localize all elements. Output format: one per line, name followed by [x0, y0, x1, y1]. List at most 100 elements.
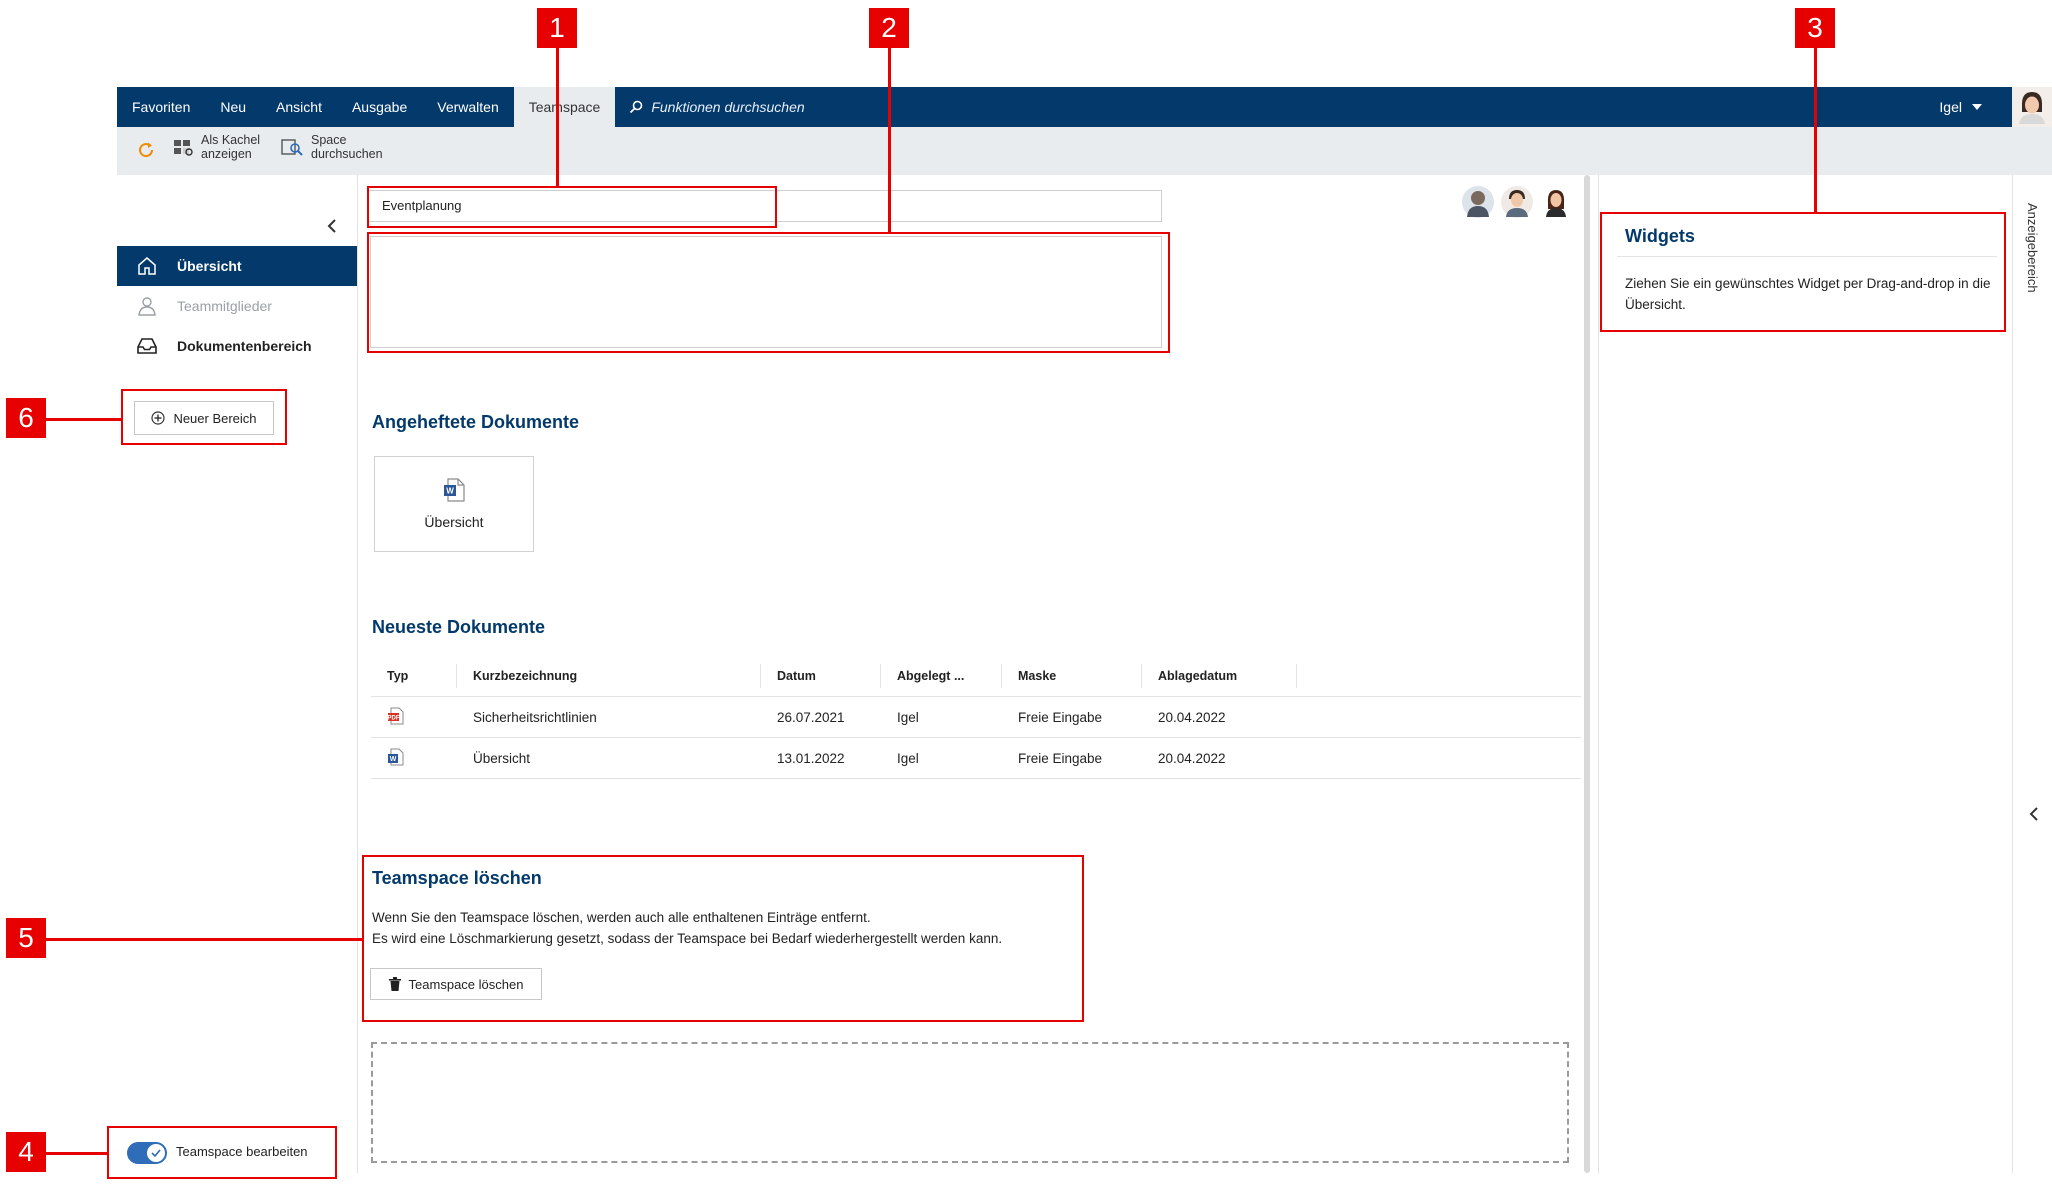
date-cell: 13.01.2022	[761, 737, 881, 779]
menu-neu[interactable]: Neu	[205, 87, 261, 127]
filed-date-cell: 20.04.2022	[1142, 737, 1297, 779]
empty-cell	[1297, 737, 1581, 779]
function-search[interactable]: Funktionen durchsuchen	[629, 99, 805, 115]
chevron-left-icon	[327, 219, 336, 233]
filed-by-cell: Igel	[881, 696, 1002, 738]
annotation-number-1: 1	[537, 8, 577, 48]
menu-ausgabe[interactable]: Ausgabe	[337, 87, 422, 127]
svg-text:W: W	[446, 487, 454, 496]
pdf-document-icon: PDF	[388, 707, 404, 724]
tile-view-button[interactable]: Als Kachel anzeigen	[173, 133, 260, 161]
member-avatar[interactable]	[1462, 186, 1494, 218]
sidebar-item-uebersicht[interactable]: Übersicht	[117, 246, 357, 286]
display-area-label: Anzeigebereich	[2025, 203, 2040, 293]
column-header-typ[interactable]: Typ	[371, 656, 457, 697]
annotation-number-2: 2	[869, 8, 909, 48]
team-members	[1462, 186, 1572, 218]
home-icon	[117, 256, 177, 276]
table-header-row: Typ Kurzbezeichnung Datum Abgelegt ... M…	[371, 656, 1581, 697]
menu-teamspace[interactable]: Teamspace	[513, 87, 616, 127]
annotation-box-1	[367, 186, 777, 228]
user-avatar[interactable]	[2012, 87, 2052, 127]
annotation-box-3	[1600, 212, 2006, 332]
ribbon-toolbar: Als Kachel anzeigen Space durchsuchen	[117, 127, 2052, 175]
menu-verwalten[interactable]: Verwalten	[422, 87, 513, 127]
word-document-icon: W	[388, 748, 404, 765]
menu-bar: Favoriten Neu Ansicht Ausgabe Verwalten …	[117, 87, 2052, 127]
user-menu[interactable]: Igel	[1939, 87, 1982, 127]
caret-down-icon	[1972, 104, 1982, 110]
annotation-line-3	[1814, 48, 1817, 212]
sidebar-item-teammitglieder[interactable]: Teammitglieder	[117, 286, 357, 326]
refresh-icon	[139, 142, 154, 158]
user-icon	[117, 296, 177, 316]
sidebar-divider	[357, 175, 358, 1173]
column-header-abgelegt[interactable]: Abgelegt ...	[881, 656, 1002, 697]
tile-view-icon	[173, 138, 193, 156]
member-avatar[interactable]	[1540, 186, 1572, 218]
annotation-box-5	[362, 855, 1084, 1022]
sidebar-item-label: Übersicht	[177, 258, 242, 274]
recent-documents-title: Neueste Dokumente	[372, 617, 546, 637]
svg-text:PDF: PDF	[388, 715, 400, 721]
refresh-button[interactable]	[137, 141, 155, 159]
menu-ansicht[interactable]: Ansicht	[261, 87, 337, 127]
mask-cell: Freie Eingabe	[1002, 696, 1142, 738]
annotation-line-1	[556, 48, 559, 186]
column-header-ablagedatum[interactable]: Ablagedatum	[1142, 656, 1297, 697]
widget-drop-zone[interactable]	[371, 1042, 1569, 1163]
date-cell: 26.07.2021	[761, 696, 881, 738]
pinned-document-tile[interactable]: W Übersicht	[374, 456, 534, 552]
name-cell: Übersicht	[457, 737, 761, 779]
annotation-line-6	[46, 418, 121, 421]
annotation-line-4	[46, 1152, 107, 1155]
table-row[interactable]: PDF Sicherheitsrichtlinien 26.07.2021 Ig…	[371, 696, 1581, 738]
annotation-box-6	[121, 389, 287, 445]
inbox-icon	[117, 337, 177, 355]
member-avatar[interactable]	[1501, 186, 1533, 218]
annotation-number-3: 3	[1795, 8, 1835, 48]
annotation-number-4: 4	[6, 1132, 46, 1172]
annotation-line-2	[888, 48, 891, 232]
type-cell: W	[371, 737, 457, 779]
empty-cell	[1297, 696, 1581, 738]
sidebar-item-dokumentenbereich[interactable]: Dokumentenbereich	[117, 326, 357, 366]
sidebar-nav: Übersicht Teammitglieder Dokumentenberei…	[117, 246, 357, 366]
avatar-icon	[1506, 190, 1528, 217]
filed-by-cell: Igel	[881, 737, 1002, 779]
display-area-tab[interactable]: Anzeigebereich	[2012, 175, 2052, 1173]
search-space-icon	[281, 137, 303, 157]
panel-divider	[1598, 175, 1599, 1173]
annotation-box-4	[107, 1126, 337, 1179]
avatar-icon	[2019, 92, 2045, 124]
word-document-icon: W	[444, 478, 465, 502]
column-header-maske[interactable]: Maske	[1002, 656, 1142, 697]
annotation-number-5: 5	[6, 918, 46, 958]
column-header-kurzbezeichnung[interactable]: Kurzbezeichnung	[457, 656, 761, 697]
column-header-empty	[1297, 656, 1581, 697]
table-row[interactable]: W Übersicht 13.01.2022 Igel Freie Eingab…	[371, 737, 1581, 779]
column-header-datum[interactable]: Datum	[761, 656, 881, 697]
pinned-documents-title: Angeheftete Dokumente	[372, 412, 580, 432]
sidebar-item-label: Dokumentenbereich	[177, 338, 312, 354]
name-cell: Sicherheitsrichtlinien	[457, 696, 761, 738]
type-cell: PDF	[371, 696, 457, 738]
mask-cell: Freie Eingabe	[1002, 737, 1142, 779]
collapse-sidebar-button[interactable]	[320, 214, 344, 238]
chevron-left-icon[interactable]	[2029, 807, 2039, 821]
annotation-number-6: 6	[6, 398, 46, 438]
annotation-line-5	[46, 938, 362, 941]
sidebar-item-label: Teammitglieder	[177, 298, 272, 314]
search-icon	[630, 100, 643, 114]
search-space-button[interactable]: Space durchsuchen	[281, 133, 383, 161]
user-name: Igel	[1939, 99, 1962, 115]
tile-view-label: Als Kachel anzeigen	[201, 133, 261, 161]
recent-documents-table: Typ Kurzbezeichnung Datum Abgelegt ... M…	[371, 656, 1581, 779]
avatar-icon	[1546, 190, 1566, 217]
annotation-box-2	[367, 232, 1170, 353]
search-space-label: Space durchsuchen	[311, 133, 383, 161]
main-scrollbar[interactable]	[1584, 175, 1590, 1173]
svg-text:W: W	[390, 756, 397, 763]
menu-favoriten[interactable]: Favoriten	[117, 87, 205, 127]
filed-date-cell: 20.04.2022	[1142, 696, 1297, 738]
